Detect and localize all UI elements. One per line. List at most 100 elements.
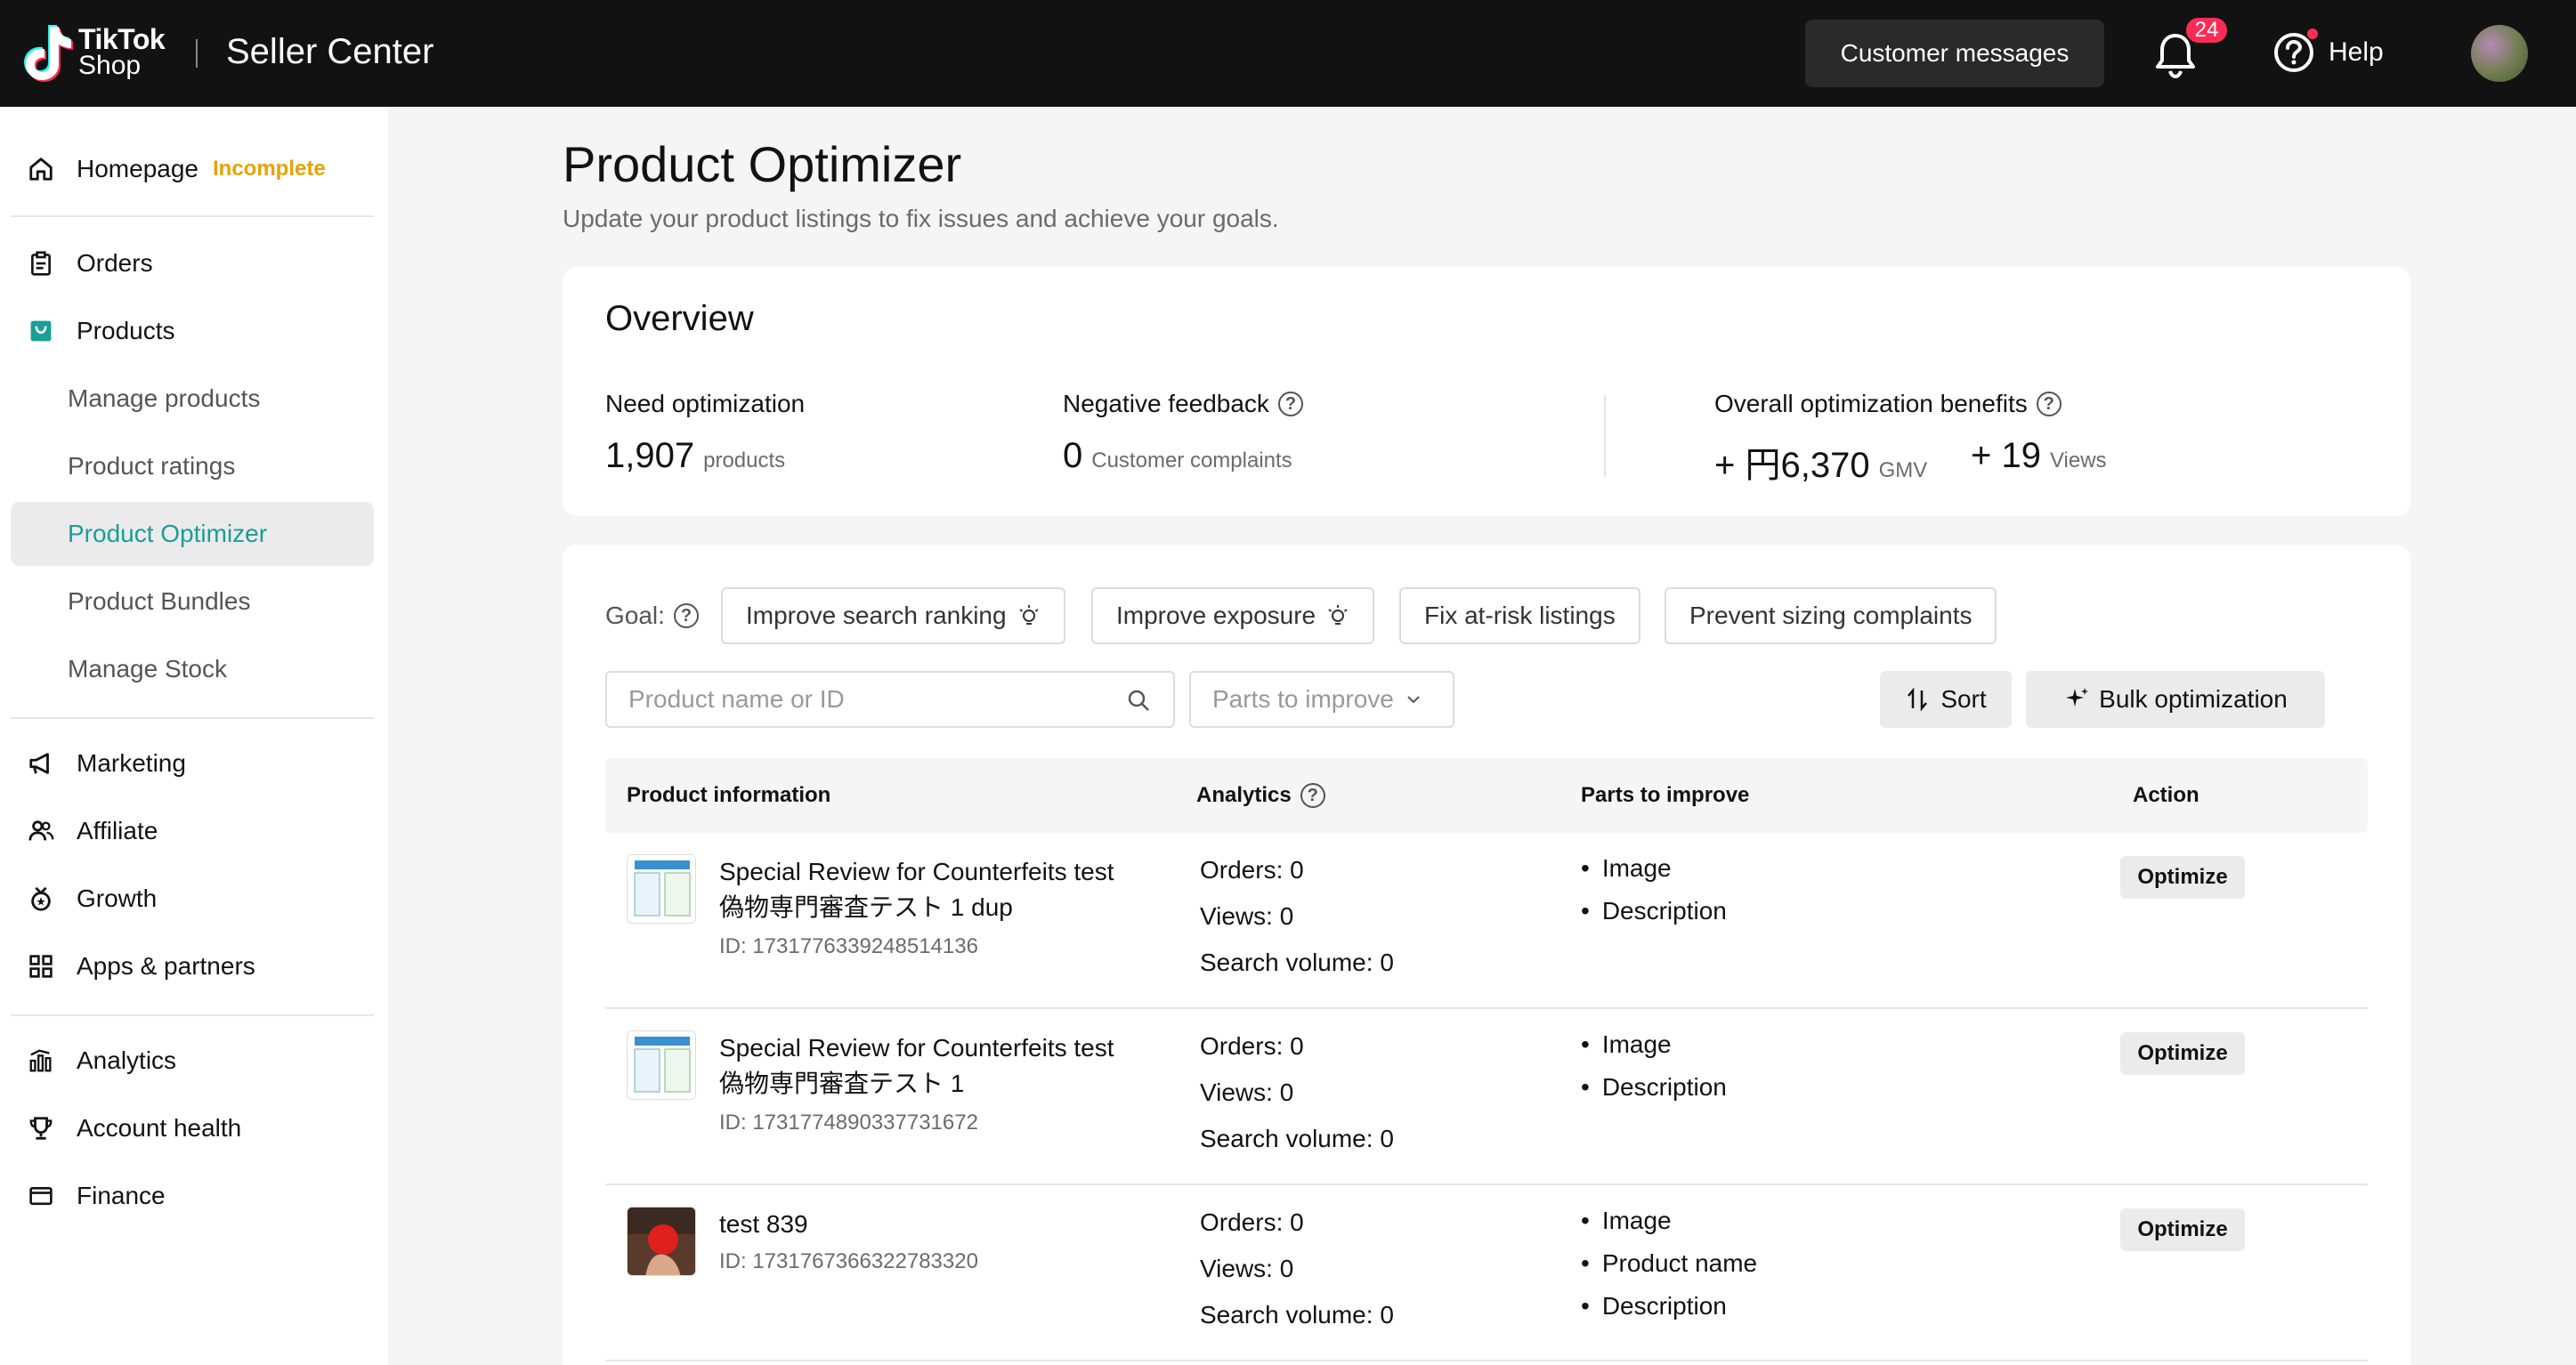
homepage-status-badge: Incomplete xyxy=(212,157,326,181)
sidebar-item-label: Growth xyxy=(77,884,158,912)
sidebar-item-product-optimizer[interactable]: Product Optimizer xyxy=(11,502,374,566)
metric-unit: Customer complaints xyxy=(1091,448,1292,472)
help-button[interactable]: Help xyxy=(2273,28,2384,73)
metric-number: + 円6,370 xyxy=(1714,446,1870,485)
search-volume: Search volume: 0 xyxy=(1200,949,1394,976)
optimize-button[interactable]: Optimize xyxy=(2120,1208,2245,1251)
question-circle-icon[interactable]: ? xyxy=(1300,783,1325,808)
goal-chip-search-ranking[interactable]: Improve search ranking xyxy=(721,587,1065,644)
question-circle-icon[interactable]: ? xyxy=(673,603,699,628)
bulk-optimization-button[interactable]: Bulk optimization xyxy=(2026,671,2325,728)
metric-label-text: Need optimization xyxy=(605,390,806,417)
parts-to-improve-select[interactable]: Parts to improve xyxy=(1189,671,1454,728)
question-circle-icon[interactable]: ? xyxy=(2036,392,2062,416)
sidebar-item-apps-partners[interactable]: Apps & partners xyxy=(11,934,374,998)
sort-button[interactable]: Sort xyxy=(1880,671,2012,728)
product-name-line1: Special Review for Counterfeits test xyxy=(719,1034,1114,1062)
optimize-button[interactable]: Optimize xyxy=(2120,1032,2245,1075)
help-label: Help xyxy=(2329,37,2384,67)
chip-label: Improve exposure xyxy=(1116,602,1316,629)
negative-feedback-value[interactable]: 0 Customer complaints xyxy=(1063,436,1292,476)
orders-count: Orders: 0 xyxy=(1200,856,1304,884)
search-volume: Search volume: 0 xyxy=(1200,1301,1394,1329)
metric-label-text: Negative feedback xyxy=(1063,390,1269,417)
home-icon xyxy=(25,153,57,185)
product-search-input[interactable]: Product name or ID xyxy=(605,671,1175,728)
sort-icon xyxy=(1908,687,1928,712)
product-id: ID: 1731776339248514136 xyxy=(719,934,978,958)
metric-unit: GMV xyxy=(1878,458,1928,482)
table-row: Special Review for Counterfeits test 偽物専… xyxy=(605,1009,2368,1185)
part-to-improve: Product name xyxy=(1581,1249,1757,1278)
sidebar-item-homepage[interactable]: Homepage Incomplete xyxy=(11,137,374,201)
sidebar-item-manage-stock[interactable]: Manage Stock xyxy=(11,637,374,701)
sidebar-item-products[interactable]: Products xyxy=(11,299,374,363)
need-optimization-value[interactable]: 1,907 products xyxy=(605,436,785,476)
table-header: Product information Analytics ? Parts to… xyxy=(605,758,2368,833)
sidebar-item-affiliate[interactable]: Affiliate xyxy=(11,799,374,863)
sidebar-item-marketing[interactable]: Marketing xyxy=(11,731,374,796)
sidebar-divider xyxy=(11,215,374,217)
product-name[interactable]: test 839 xyxy=(719,1207,1182,1242)
orders-count: Orders: 0 xyxy=(1200,1208,1304,1236)
part-to-improve: Image xyxy=(1581,854,1672,883)
tiktok-shop-logo[interactable]: TikTok Shop xyxy=(23,23,166,82)
question-circle-icon[interactable]: ? xyxy=(1277,392,1303,416)
product-thumbnail[interactable] xyxy=(627,1207,696,1276)
logo-line2: Shop xyxy=(78,51,142,80)
goal-chip-sizing[interactable]: Prevent sizing complaints xyxy=(1665,587,1997,644)
goal-chip-exposure[interactable]: Improve exposure xyxy=(1091,587,1375,644)
notification-count-badge: 24 xyxy=(2184,16,2229,44)
product-name-line1: test 839 xyxy=(719,1210,808,1238)
product-list-card: Goal: ? Improve search ranking Improve e… xyxy=(563,545,2410,1365)
optimization-benefits-label: Overall optimization benefits ? xyxy=(1714,390,2062,418)
medal-icon xyxy=(25,883,57,915)
product-thumbnail[interactable] xyxy=(627,1030,696,1100)
overview-divider xyxy=(1604,395,1606,477)
sidebar-item-orders[interactable]: Orders xyxy=(11,231,374,295)
product-thumbnail[interactable] xyxy=(627,854,696,924)
gmv-benefit-value: + 円6,370 GMV xyxy=(1714,436,1927,488)
sidebar-item-label: Apps & partners xyxy=(77,952,255,980)
apps-grid-icon xyxy=(25,950,57,982)
table-row: test 839 ID: 1731767366322783320 Orders:… xyxy=(605,1185,2368,1361)
sidebar-item-account-health[interactable]: Account health xyxy=(11,1096,374,1160)
optimize-button[interactable]: Optimize xyxy=(2120,856,2245,899)
metric-number: 0 xyxy=(1063,436,1083,475)
sidebar-item-product-ratings[interactable]: Product ratings xyxy=(11,434,374,498)
sort-label: Sort xyxy=(1940,685,1987,713)
sidebar-item-manage-products[interactable]: Manage products xyxy=(11,367,374,431)
search-volume: Search volume: 0 xyxy=(1200,1125,1394,1152)
logo-line1: TikTok xyxy=(78,23,166,55)
sidebar: Homepage Incomplete Orders Products Mana… xyxy=(0,107,388,1365)
avatar[interactable] xyxy=(2471,25,2528,82)
tiktok-note-icon xyxy=(23,23,73,82)
product-id: ID: 1731767366322783320 xyxy=(719,1249,978,1273)
sidebar-item-label: Homepage xyxy=(77,155,198,182)
sidebar-item-finance[interactable]: Finance xyxy=(11,1164,374,1228)
sidebar-item-analytics[interactable]: Analytics xyxy=(11,1029,374,1093)
views-count: Views: 0 xyxy=(1200,902,1294,930)
customer-messages-button[interactable]: Customer messages xyxy=(1805,20,2104,87)
product-name[interactable]: Special Review for Counterfeits test 偽物専… xyxy=(719,1030,1182,1102)
part-to-improve: Description xyxy=(1581,897,1727,925)
goal-chip-at-risk[interactable]: Fix at-risk listings xyxy=(1399,587,1640,644)
views-benefit-value: + 19 Views xyxy=(1971,436,2107,476)
logo-text: TikTok Shop xyxy=(78,23,166,80)
product-name-line1: Special Review for Counterfeits test xyxy=(719,858,1114,885)
part-to-improve: Image xyxy=(1581,1207,1672,1235)
sidebar-item-label: Finance xyxy=(77,1182,166,1209)
sidebar-divider xyxy=(11,717,374,719)
part-to-improve: Image xyxy=(1581,1030,1672,1059)
product-name[interactable]: Special Review for Counterfeits test 偽物専… xyxy=(719,854,1182,925)
product-id: ID: 1731774890337731672 xyxy=(719,1111,978,1135)
sidebar-item-label: Products xyxy=(77,317,175,344)
metric-number: + 19 xyxy=(1971,436,2041,475)
header-analytics: Analytics ? xyxy=(1196,783,1325,808)
select-placeholder: Parts to improve xyxy=(1212,685,1394,713)
people-icon xyxy=(25,815,57,847)
sidebar-item-label: Analytics xyxy=(77,1046,177,1074)
sidebar-item-label: Orders xyxy=(77,249,153,277)
sidebar-item-growth[interactable]: Growth xyxy=(11,867,374,931)
sidebar-item-product-bundles[interactable]: Product Bundles xyxy=(11,569,374,634)
